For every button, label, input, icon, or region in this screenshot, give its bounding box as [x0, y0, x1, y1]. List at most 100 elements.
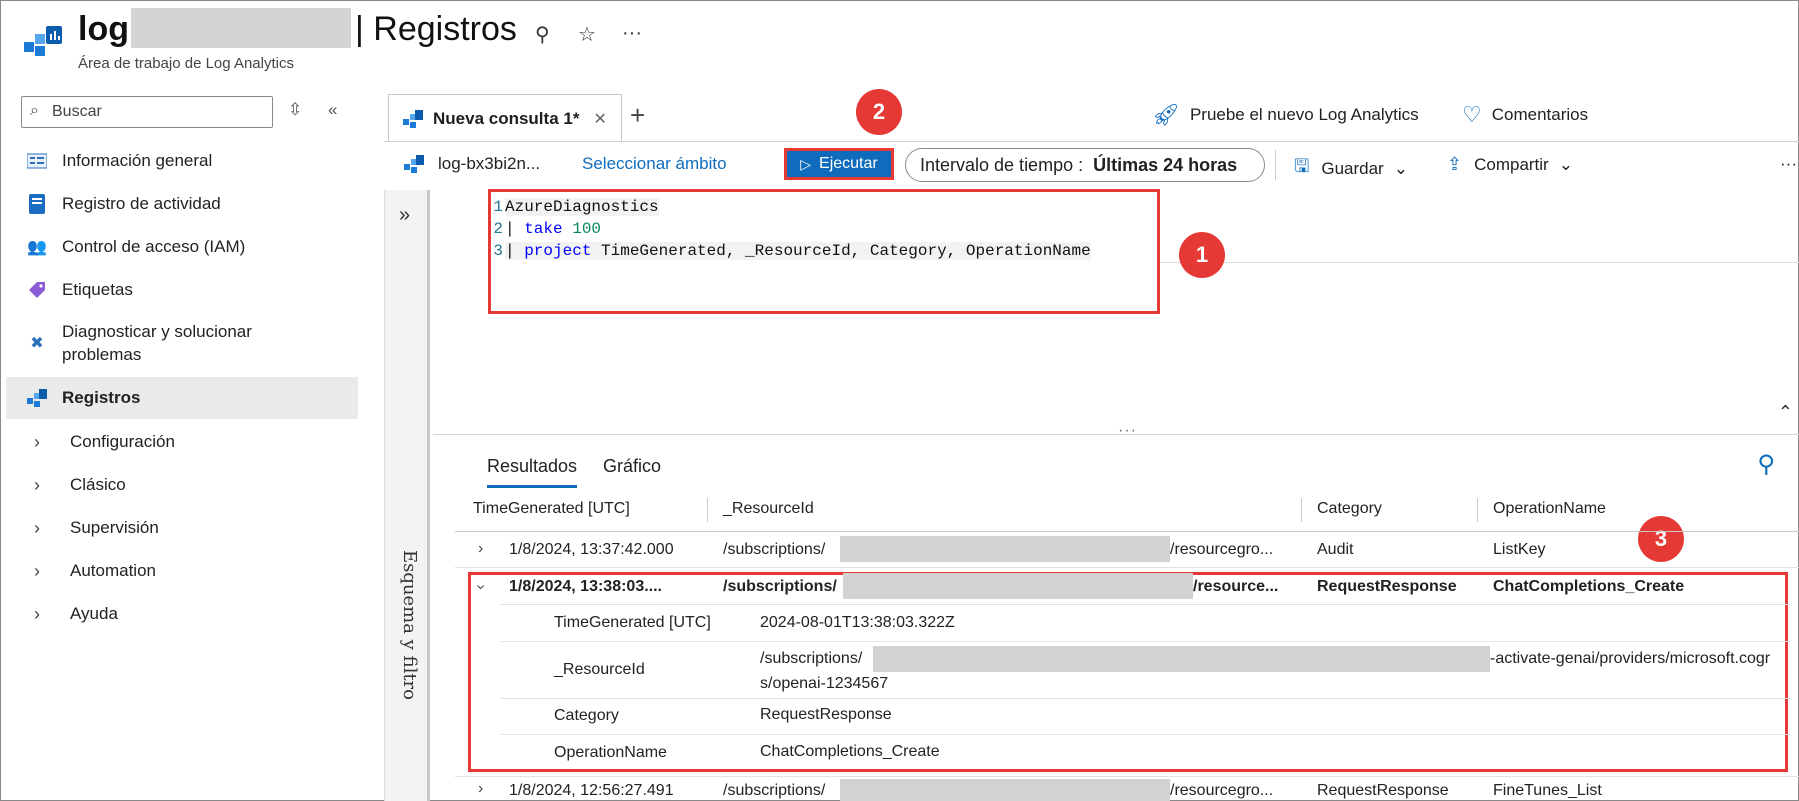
- sidebar-item-label: Configuración: [70, 432, 175, 451]
- title-suffix: | Registros: [354, 10, 517, 48]
- pin-icon[interactable]: ⚲: [535, 22, 550, 47]
- time-range-value: Últimas 24 horas: [1093, 154, 1238, 175]
- select-scope-link[interactable]: Seleccionar ámbito: [582, 154, 727, 174]
- tab-label: Nueva consulta 1*: [433, 108, 580, 128]
- add-tab-icon[interactable]: +: [630, 100, 645, 131]
- sort-toggle-icon[interactable]: ⇳: [288, 100, 302, 120]
- more-options-icon[interactable]: ···: [622, 22, 642, 45]
- try-new-log-analytics-link[interactable]: 🚀︎ Pruebe el nuevo Log Analytics: [1152, 102, 1419, 128]
- search-icon: ⌕: [30, 102, 39, 119]
- share-label: Compartir: [1474, 154, 1549, 174]
- column-header-operationname[interactable]: OperationName: [1493, 500, 1606, 518]
- resize-handle-icon[interactable]: ···: [1118, 422, 1137, 440]
- row-divider: [500, 734, 1790, 735]
- rocket-icon: 🚀︎: [1152, 102, 1180, 127]
- cell-category: RequestResponse: [1317, 578, 1457, 595]
- iam-icon: 👥: [27, 239, 47, 256]
- results-splitter[interactable]: [433, 434, 1799, 435]
- chevron-right-icon[interactable]: ›: [478, 780, 483, 798]
- chevron-down-icon[interactable]: ›: [472, 584, 490, 589]
- chevron-right-icon: ›: [34, 517, 40, 538]
- share-button[interactable]: ⇪ Compartir ⌄: [1447, 154, 1573, 175]
- chevron-right-icon: ›: [34, 474, 40, 495]
- sidebar-item-label: Automation: [70, 561, 156, 580]
- header-divider: [455, 531, 1799, 532]
- save-button[interactable]: 🖫 Guardar ⌄: [1294, 154, 1408, 184]
- save-label: Guardar: [1321, 159, 1384, 178]
- detail-value-resource-suffix: -activate-genai/providers/microsoft.cogr: [1490, 650, 1771, 667]
- play-icon: ▷: [800, 155, 812, 172]
- detail-label-time: TimeGenerated [UTC]: [554, 614, 711, 631]
- schema-filter-panel[interactable]: »: [384, 190, 430, 801]
- sidebar-item-clasico[interactable]: › Clásico: [6, 470, 358, 500]
- collapse-editor-icon[interactable]: ⌃: [1778, 402, 1793, 423]
- sidebar-item-iam[interactable]: 👥 Control de acceso (IAM): [6, 232, 358, 262]
- sidebar-item-tags[interactable]: Etiquetas: [6, 275, 358, 305]
- tab-nueva-consulta[interactable]: Nueva consulta 1* ✕: [388, 94, 622, 142]
- line-number: 1: [493, 198, 503, 216]
- sidebar-item-activity-log[interactable]: Registro de actividad: [6, 189, 358, 219]
- cell-resource-prefix: /subscriptions/: [723, 541, 826, 558]
- sidebar-item-ayuda[interactable]: › Ayuda: [6, 599, 358, 629]
- column-header-category[interactable]: Category: [1317, 500, 1382, 518]
- sidebar-search-input[interactable]: ⌕ Buscar: [21, 96, 273, 128]
- favorite-star-icon[interactable]: ☆: [578, 22, 596, 47]
- column-header-timegenerated[interactable]: TimeGenerated [UTC]: [473, 500, 630, 518]
- callout-badge-1: 1: [1179, 232, 1225, 278]
- search-placeholder: Buscar: [52, 103, 102, 120]
- sidebar-item-configuracion[interactable]: › Configuración: [6, 427, 358, 457]
- code-rest: TimeGenerated, _ResourceId, Category, Op…: [591, 242, 1091, 260]
- cell-category: RequestResponse: [1317, 782, 1449, 799]
- sidebar-item-logs[interactable]: Registros: [6, 377, 358, 419]
- page-title: log | Registros: [78, 8, 517, 51]
- chevron-right-icon: ›: [34, 431, 40, 452]
- callout-badge-3: 3: [1638, 516, 1684, 562]
- redacted-resource: [840, 536, 1170, 562]
- chevron-right-icon: ›: [34, 560, 40, 581]
- feedback-link[interactable]: ♡ Comentarios: [1462, 102, 1588, 128]
- close-tab-icon[interactable]: ✕: [593, 109, 606, 129]
- chevron-right-icon[interactable]: ›: [478, 540, 483, 558]
- column-separator: [707, 498, 708, 522]
- detail-value-resource-prefix: /subscriptions/: [760, 650, 863, 667]
- pipe: |: [505, 242, 525, 260]
- cell-resource-prefix: /subscriptions/: [723, 782, 826, 799]
- sidebar-item-automation[interactable]: › Automation: [6, 556, 358, 586]
- detail-label-category: Category: [554, 707, 619, 724]
- column-separator: [1477, 498, 1478, 522]
- cell-operation: ChatCompletions_Create: [1493, 578, 1685, 595]
- detail-value-time: 2024-08-01T13:38:03.322Z: [760, 614, 955, 631]
- heart-icon: ♡: [1462, 102, 1482, 127]
- sidebar-item-label: Clásico: [70, 475, 126, 494]
- time-range-picker[interactable]: Intervalo de tiempo : Últimas 24 horas: [905, 148, 1265, 182]
- column-header-resourceid[interactable]: _ResourceId: [723, 500, 814, 518]
- sidebar-item-label: Ayuda: [70, 604, 118, 623]
- sidebar-item-overview[interactable]: Información general: [6, 146, 358, 176]
- detail-label-operation: OperationName: [554, 744, 667, 761]
- redacted-resource: [843, 573, 1193, 599]
- sidebar-item-diagnose[interactable]: ✖ Diagnosticar y solucionar problemas: [6, 320, 358, 370]
- time-range-label: Intervalo de tiempo :: [920, 154, 1084, 175]
- title-prefix: log: [78, 10, 129, 48]
- callout-box-expanded-row: [468, 572, 1788, 772]
- detail-value-resource-line2: s/openai-1234567: [760, 675, 889, 692]
- code-line-2: | take 100: [505, 220, 601, 238]
- cell-resource-suffix: /resource...: [1193, 578, 1279, 595]
- pipe: |: [505, 220, 525, 238]
- search-results-icon[interactable]: ⚲: [1757, 450, 1775, 479]
- query-editor[interactable]: 1 2 3 AzureDiagnostics | take 100 | proj…: [433, 190, 1799, 430]
- cell-category: Audit: [1317, 541, 1354, 558]
- redacted-name: [130, 8, 351, 49]
- tab-grafico[interactable]: Gráfico: [603, 456, 661, 477]
- collapse-sidebar-icon[interactable]: «: [328, 100, 337, 120]
- more-toolbar-icon[interactable]: ···: [1780, 154, 1797, 174]
- tab-divider: [384, 141, 1799, 142]
- row-divider: [455, 776, 1799, 777]
- sidebar-item-supervision[interactable]: › Supervisión: [6, 513, 358, 543]
- tab-resultados[interactable]: Resultados: [487, 456, 578, 488]
- sidebar-item-label: Información general: [62, 151, 213, 170]
- share-icon: ⇪: [1447, 154, 1463, 174]
- expand-panel-icon[interactable]: »: [399, 204, 410, 227]
- detail-label-resource: _ResourceId: [554, 661, 645, 678]
- run-button[interactable]: ▷ Ejecutar: [784, 148, 894, 180]
